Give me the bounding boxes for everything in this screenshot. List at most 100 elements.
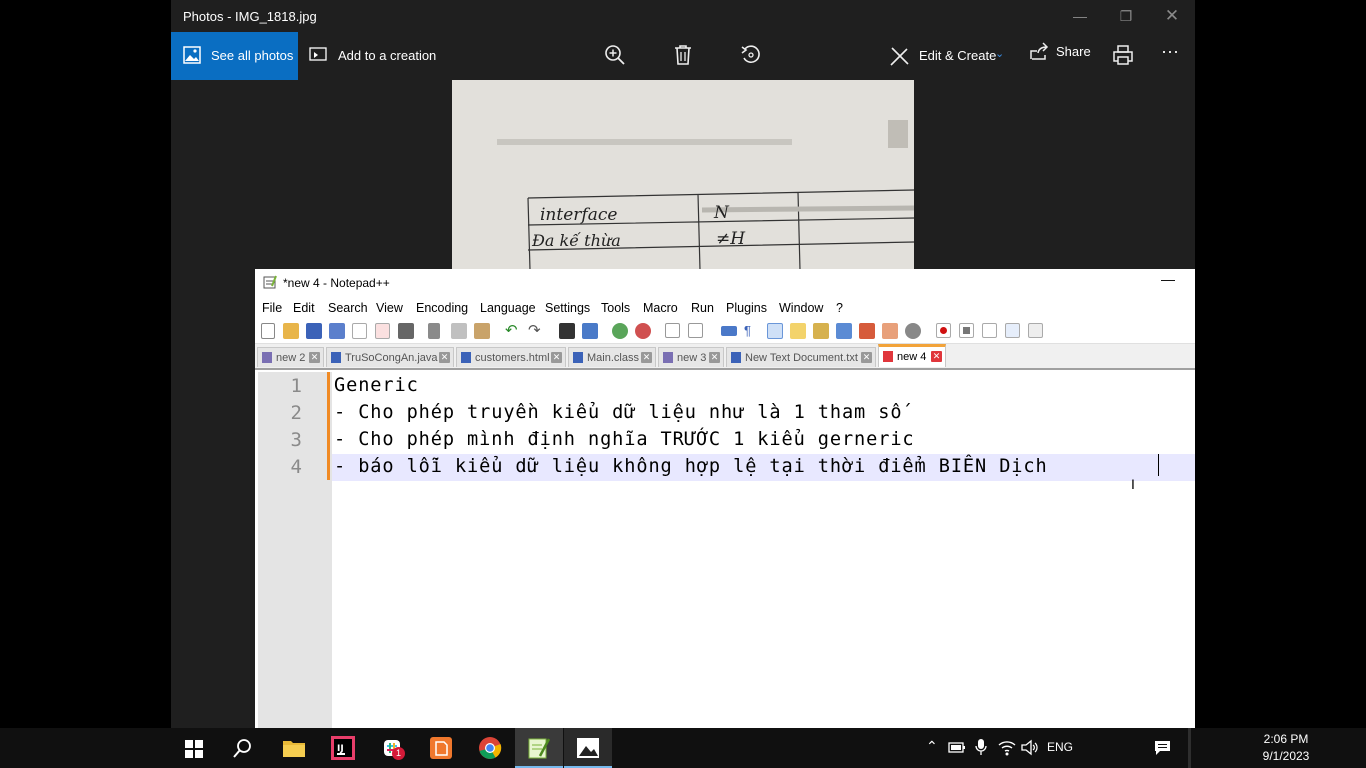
cut-icon[interactable] <box>428 323 440 339</box>
menu-tools[interactable]: Tools <box>601 301 630 315</box>
chrome-icon[interactable] <box>478 736 502 760</box>
line-number-gutter: 1 2 3 4 <box>258 372 332 728</box>
see-all-photos-button[interactable]: See all photos <box>171 32 298 80</box>
word-wrap-icon[interactable] <box>721 326 737 336</box>
tab-new-text-document[interactable]: New Text Document.txt ✕ <box>726 347 876 367</box>
file-explorer-icon[interactable] <box>282 736 306 760</box>
save-icon[interactable] <box>306 323 322 339</box>
paste-icon[interactable] <box>474 323 490 339</box>
copy-icon[interactable] <box>451 323 467 339</box>
menu-edit[interactable]: Edit <box>293 301 315 315</box>
macro-stop-icon[interactable] <box>959 323 974 338</box>
rotate-icon[interactable] <box>740 44 762 66</box>
sync-horizontal-icon[interactable] <box>688 323 703 338</box>
intellij-icon[interactable]: IJ <box>331 736 355 760</box>
tab-label: Main.class <box>587 352 639 364</box>
share-icon <box>1030 42 1049 60</box>
tab-close-icon[interactable]: ✕ <box>641 352 652 363</box>
tab-new-4[interactable]: new 4 ✕ <box>878 344 946 367</box>
tab-new-3[interactable]: new 3 ✕ <box>658 347 724 367</box>
menu-view[interactable]: View <box>376 301 403 315</box>
menu-run[interactable]: Run <box>691 301 714 315</box>
show-all-chars-icon[interactable]: ¶ <box>744 323 760 339</box>
editor-line: - Cho phép truyền kiểu dữ liệu như là 1 … <box>334 402 903 423</box>
macro-play-icon[interactable] <box>982 323 997 338</box>
macro-record-icon[interactable] <box>936 323 951 338</box>
zoom-in-icon[interactable] <box>604 44 626 66</box>
restore-button[interactable]: ❐ <box>1110 4 1142 28</box>
action-center-icon[interactable] <box>1154 740 1171 756</box>
microphone-icon[interactable] <box>975 739 987 756</box>
menu-window[interactable]: Window <box>779 301 823 315</box>
menu-settings[interactable]: Settings <box>545 301 590 315</box>
input-language[interactable]: ENG <box>1047 740 1073 754</box>
close-button[interactable]: ✕ <box>1156 4 1188 28</box>
photo-text-da-ke-thua: Đa kế thừa <box>531 231 621 250</box>
menu-encoding[interactable]: Encoding <box>416 301 468 315</box>
monitoring-icon[interactable] <box>882 323 898 339</box>
tab-new-2[interactable]: new 2 ✕ <box>257 347 324 367</box>
doc-map-icon[interactable] <box>813 323 829 339</box>
indent-guide-icon[interactable] <box>767 323 783 339</box>
print-file-icon[interactable] <box>398 323 414 339</box>
text-editor[interactable]: Generic - Cho phép truyền kiểu dữ liệu n… <box>332 372 1195 728</box>
notepad-toolbar: ↶ ↷ ¶ <box>255 319 1195 344</box>
tab-close-icon[interactable]: ✕ <box>861 352 872 363</box>
search-icon[interactable] <box>233 738 253 758</box>
file-icon <box>573 352 583 363</box>
photos-taskbar-button[interactable] <box>564 728 612 768</box>
wifi-icon[interactable] <box>998 739 1016 756</box>
macro-run-multiple-icon[interactable] <box>1005 323 1020 338</box>
undo-icon[interactable]: ↶ <box>505 323 521 339</box>
menu-macro[interactable]: Macro <box>643 301 678 315</box>
redo-icon[interactable]: ↷ <box>528 323 544 339</box>
menu-help[interactable]: ? <box>836 301 843 315</box>
file-icon <box>262 352 272 363</box>
clock-date: 9/1/2023 <box>1262 749 1310 763</box>
menu-file[interactable]: File <box>262 301 282 315</box>
menu-language[interactable]: Language <box>480 301 536 315</box>
pdf-app-icon[interactable] <box>429 736 453 760</box>
tab-close-icon[interactable]: ✕ <box>931 351 942 362</box>
delete-icon[interactable] <box>673 44 693 66</box>
find-icon[interactable] <box>559 323 575 339</box>
show-desktop-button[interactable] <box>1188 728 1191 768</box>
minimize-button[interactable]: — <box>1064 4 1096 28</box>
function-list-icon[interactable] <box>836 323 852 339</box>
notepad-minimize-button[interactable]: — <box>1161 271 1175 287</box>
edit-icon <box>890 47 909 66</box>
zoom-in-editor-icon[interactable] <box>612 323 628 339</box>
tab-main-class[interactable]: Main.class ✕ <box>568 347 656 367</box>
menu-search[interactable]: Search <box>328 301 368 315</box>
tab-trusocongan-java[interactable]: TruSoCongAn.java ✕ <box>326 347 454 367</box>
battery-icon[interactable] <box>948 740 966 754</box>
record-macro-icon[interactable] <box>905 323 921 339</box>
replace-icon[interactable] <box>582 323 598 339</box>
close-all-icon[interactable] <box>375 323 390 339</box>
windows-start-icon[interactable] <box>184 739 204 759</box>
tab-close-icon[interactable]: ✕ <box>309 352 320 363</box>
show-hidden-icons-chevron-icon[interactable]: ⌃ <box>926 738 938 755</box>
more-options-icon[interactable]: ⋯ <box>1161 42 1179 63</box>
new-file-icon[interactable] <box>261 323 275 339</box>
open-file-icon[interactable] <box>283 323 299 339</box>
tab-customers-html[interactable]: customers.html ✕ <box>456 347 566 367</box>
tab-close-icon[interactable]: ✕ <box>439 352 450 363</box>
photos-icon <box>183 46 201 64</box>
tab-close-icon[interactable]: ✕ <box>709 352 720 363</box>
notepadpp-taskbar-button[interactable] <box>515 728 563 768</box>
tab-close-icon[interactable]: ✕ <box>551 352 562 363</box>
folder-workspace-icon[interactable] <box>859 323 875 339</box>
volume-icon[interactable] <box>1021 739 1039 756</box>
zoom-out-editor-icon[interactable] <box>635 323 651 339</box>
print-icon[interactable] <box>1112 44 1134 66</box>
system-clock[interactable]: 2:06 PM 9/1/2023 <box>1256 731 1316 765</box>
language-icon[interactable] <box>790 323 806 339</box>
close-file-icon[interactable] <box>352 323 367 339</box>
slack-button[interactable]: 1 <box>380 736 405 760</box>
text-caret <box>1158 454 1159 476</box>
menu-plugins[interactable]: Plugins <box>726 301 767 315</box>
save-all-icon[interactable] <box>329 323 345 339</box>
macro-save-icon[interactable] <box>1028 323 1043 338</box>
sync-vertical-icon[interactable] <box>665 323 680 338</box>
